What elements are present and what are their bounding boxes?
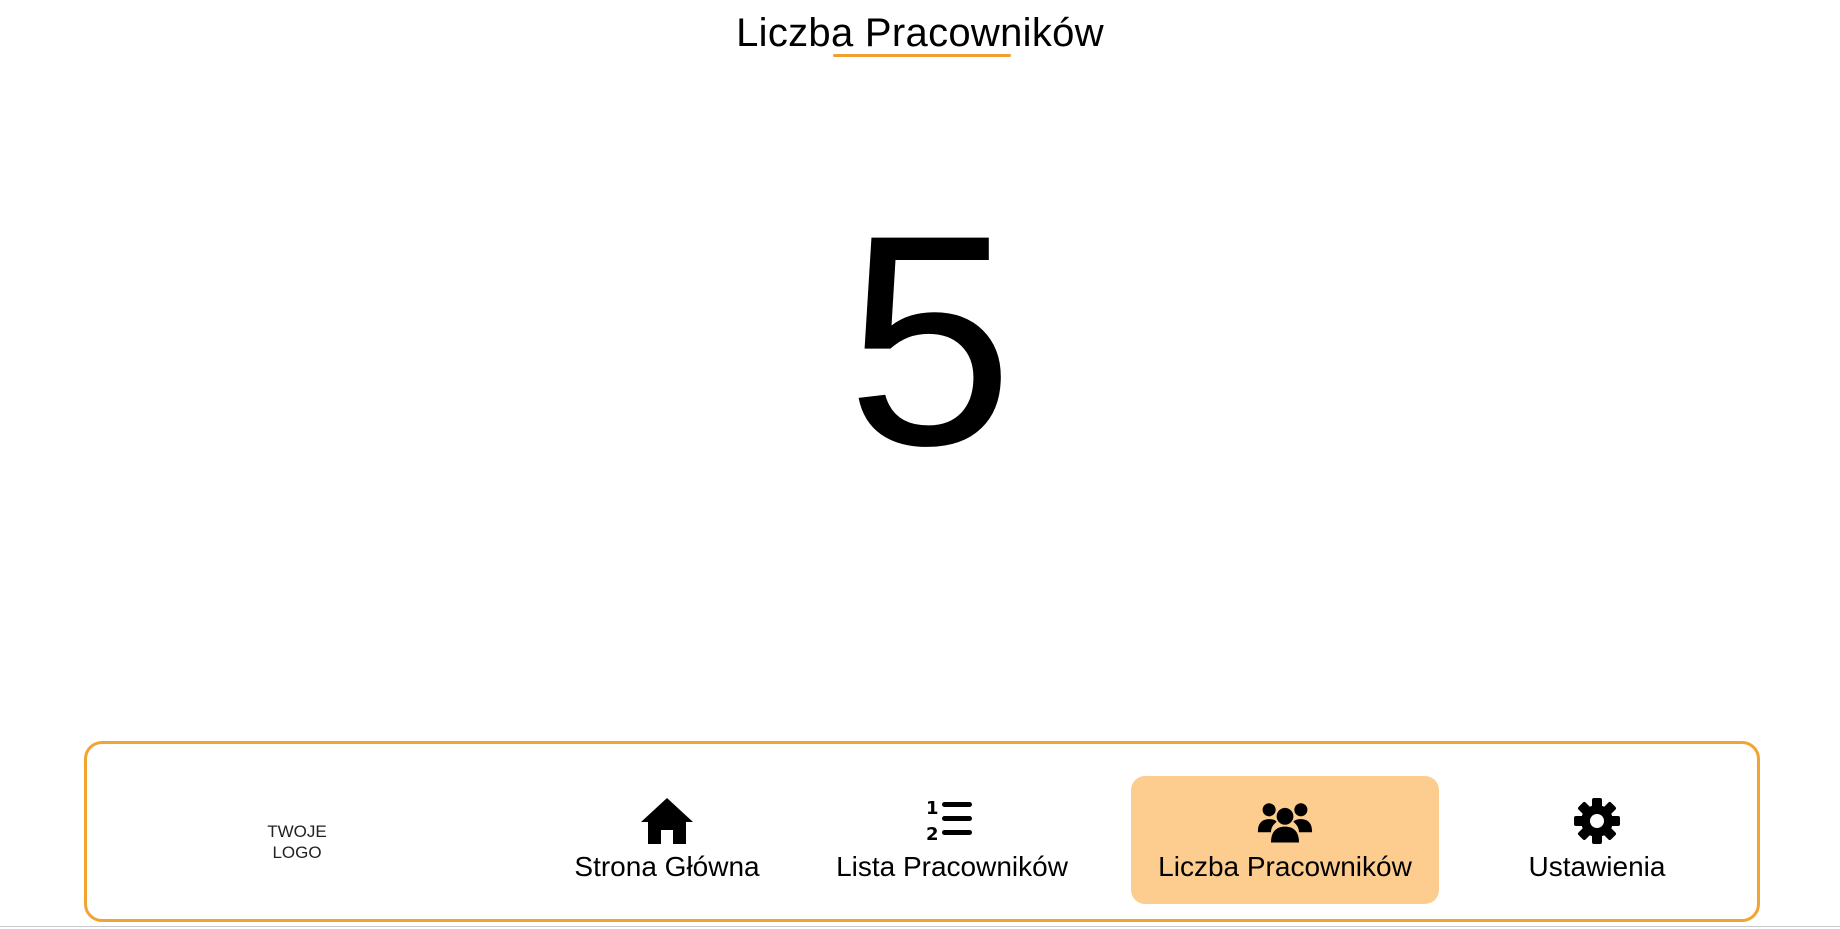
nav-item-home-label: Strona Główna [574,851,760,882]
numbered-list-icon: 1 2 [924,796,980,846]
home-icon [639,796,695,846]
nav-item-employee-count[interactable]: Liczba Pracowników [1131,776,1439,904]
svg-text:2: 2 [926,824,939,845]
nav-item-employee-list-label: Lista Pracowników [836,851,1068,882]
bottom-divider [0,926,1840,927]
nav-item-employee-count-label: Liczba Pracowników [1158,851,1412,882]
nav-item-employee-list[interactable]: 1 2 Lista Pracowników [836,776,1068,904]
users-group-icon [1257,796,1313,846]
svg-text:1: 1 [926,798,939,819]
header: Liczba Pracowników [0,8,1840,58]
gear-icon [1569,796,1625,846]
employee-count-value: 5 [846,172,1014,508]
page: Liczba Pracowników 5 TWOJE LOGO Strona G… [0,0,1840,929]
logo[interactable]: TWOJE LOGO [237,821,357,863]
nav-item-settings[interactable]: Ustawienia [1517,776,1677,904]
nav-item-home[interactable]: Strona Główna [557,776,777,904]
page-title: Liczba Pracowników [736,11,1104,55]
title-underline [833,54,1011,57]
nav-item-settings-label: Ustawienia [1528,851,1666,882]
logo-line1: TWOJE [267,822,327,841]
bottom-navbar: TWOJE LOGO Strona Główna 1 2 Lista Praco… [84,741,1760,922]
logo-line2: LOGO [272,843,322,862]
